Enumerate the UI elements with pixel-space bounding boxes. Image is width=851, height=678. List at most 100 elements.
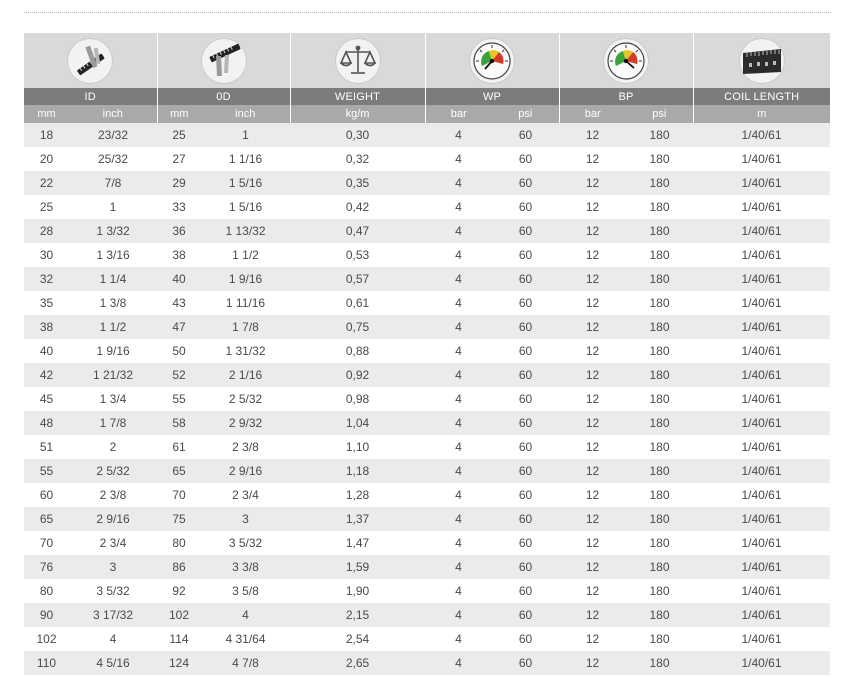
cell-od-inch: 2 1/16 bbox=[201, 363, 290, 387]
cell-coil-length: 1/40/61 bbox=[693, 363, 830, 387]
cell-id-inch: 4 5/16 bbox=[69, 651, 157, 675]
cell-id-mm: 70 bbox=[24, 531, 69, 555]
cell-id-inch: 1 9/16 bbox=[69, 339, 157, 363]
cell-id-inch: 1 1/4 bbox=[69, 267, 157, 291]
cell-id-mm: 76 bbox=[24, 555, 69, 579]
cell-id-mm: 20 bbox=[24, 147, 69, 171]
cell-od-mm: 58 bbox=[157, 411, 201, 435]
cell-weight: 1,37 bbox=[290, 507, 425, 531]
cell-id-mm: 110 bbox=[24, 651, 69, 675]
cell-wp-bar: 4 bbox=[425, 483, 492, 507]
id-icon-cell bbox=[24, 33, 158, 88]
cell-od-inch: 4 31/64 bbox=[201, 627, 290, 651]
cell-wp-psi: 60 bbox=[492, 483, 559, 507]
cell-od-mm: 86 bbox=[157, 555, 201, 579]
cell-coil-length: 1/40/61 bbox=[693, 315, 830, 339]
cell-bp-psi: 180 bbox=[626, 387, 693, 411]
cell-bp-psi: 180 bbox=[626, 147, 693, 171]
cell-od-mm: 114 bbox=[157, 627, 201, 651]
cell-id-mm: 18 bbox=[24, 123, 69, 147]
cell-weight: 1,10 bbox=[290, 435, 425, 459]
table-row: 38 1 1/2 47 1 7/8 0,75 4 60 12 180 1/40/61 bbox=[24, 315, 830, 339]
cell-weight: 0,32 bbox=[290, 147, 425, 171]
cell-id-inch: 1 21/32 bbox=[69, 363, 157, 387]
column-header-row: ID 0D WEIGHT WP BP COIL LENGTH bbox=[24, 88, 830, 105]
cell-od-inch: 1 1/2 bbox=[201, 243, 290, 267]
cell-wp-bar: 4 bbox=[425, 123, 492, 147]
cell-od-inch: 2 3/8 bbox=[201, 435, 290, 459]
table-row: 70 2 3/4 80 3 5/32 1,47 4 60 12 180 1/40/61 bbox=[24, 531, 830, 555]
cell-weight: 0,75 bbox=[290, 315, 425, 339]
table-row: 102 4 114 4 31/64 2,54 4 60 12 180 1/40/61 bbox=[24, 627, 830, 651]
cell-wp-psi: 60 bbox=[492, 603, 559, 627]
cell-bp-bar: 12 bbox=[559, 579, 626, 603]
cell-wp-psi: 60 bbox=[492, 147, 559, 171]
cell-bp-psi: 180 bbox=[626, 483, 693, 507]
unit-bp-psi: psi bbox=[626, 105, 694, 123]
cell-od-inch: 4 7/8 bbox=[201, 651, 290, 675]
cell-id-mm: 22 bbox=[24, 171, 69, 195]
cell-weight: 1,59 bbox=[290, 555, 425, 579]
cell-id-mm: 30 bbox=[24, 243, 69, 267]
cell-wp-psi: 60 bbox=[492, 243, 559, 267]
table-row: 45 1 3/4 55 2 5/32 0,98 4 60 12 180 1/40/61 bbox=[24, 387, 830, 411]
cell-od-inch: 3 bbox=[201, 507, 290, 531]
cell-coil-length: 1/40/61 bbox=[693, 267, 830, 291]
cell-wp-bar: 4 bbox=[425, 267, 492, 291]
cell-weight: 1,47 bbox=[290, 531, 425, 555]
table-row: 55 2 5/32 65 2 9/16 1,18 4 60 12 180 1/40/61 bbox=[24, 459, 830, 483]
cell-bp-bar: 12 bbox=[559, 483, 626, 507]
cell-bp-psi: 180 bbox=[626, 291, 693, 315]
cell-wp-bar: 4 bbox=[425, 627, 492, 651]
cell-od-inch: 3 5/32 bbox=[201, 531, 290, 555]
cell-id-mm: 51 bbox=[24, 435, 69, 459]
cell-wp-bar: 4 bbox=[425, 435, 492, 459]
cell-wp-bar: 4 bbox=[425, 195, 492, 219]
pressure-gauge-icon bbox=[603, 37, 649, 84]
unit-header-row: mm inch mm inch kg/m bar psi bar psi m bbox=[24, 105, 830, 123]
cell-wp-psi: 60 bbox=[492, 195, 559, 219]
cell-od-mm: 92 bbox=[157, 579, 201, 603]
cell-id-inch: 3 5/32 bbox=[69, 579, 157, 603]
cell-id-mm: 90 bbox=[24, 603, 69, 627]
scale-icon bbox=[334, 37, 381, 84]
column-header-coil-length: COIL LENGTH bbox=[693, 88, 830, 105]
cell-wp-bar: 4 bbox=[425, 315, 492, 339]
column-header-od: 0D bbox=[157, 88, 291, 105]
table-row: 90 3 17/32 102 4 2,15 4 60 12 180 1/40/61 bbox=[24, 603, 830, 627]
cell-weight: 0,57 bbox=[290, 267, 425, 291]
cell-coil-length: 1/40/61 bbox=[693, 171, 830, 195]
table-row: 28 1 3/32 36 1 13/32 0,47 4 60 12 180 1/40/61 bbox=[24, 219, 830, 243]
cell-id-inch: 1 3/32 bbox=[69, 219, 157, 243]
cell-bp-bar: 12 bbox=[559, 219, 626, 243]
cell-wp-bar: 4 bbox=[425, 507, 492, 531]
cell-od-mm: 55 bbox=[157, 387, 201, 411]
caliper-icon bbox=[67, 37, 114, 84]
cell-wp-psi: 60 bbox=[492, 315, 559, 339]
cell-od-inch: 1 5/16 bbox=[201, 195, 290, 219]
cell-weight: 0,88 bbox=[290, 339, 425, 363]
cell-od-inch: 3 5/8 bbox=[201, 579, 290, 603]
cell-bp-bar: 12 bbox=[559, 195, 626, 219]
cell-od-mm: 102 bbox=[157, 603, 201, 627]
cell-id-mm: 32 bbox=[24, 267, 69, 291]
table-row: 110 4 5/16 124 4 7/8 2,65 4 60 12 180 1/40/61 bbox=[24, 651, 830, 675]
cell-id-inch: 2 bbox=[69, 435, 157, 459]
od-icon-cell bbox=[157, 33, 291, 88]
table-row: 30 1 3/16 38 1 1/2 0,53 4 60 12 180 1/40/61 bbox=[24, 243, 830, 267]
cell-bp-bar: 12 bbox=[559, 171, 626, 195]
tape-measure-icon bbox=[738, 37, 785, 84]
table-row: 80 3 5/32 92 3 5/8 1,90 4 60 12 180 1/40/61 bbox=[24, 579, 830, 603]
cell-coil-length: 1/40/61 bbox=[693, 123, 830, 147]
cell-od-mm: 36 bbox=[157, 219, 201, 243]
cell-id-mm: 38 bbox=[24, 315, 69, 339]
cell-id-mm: 40 bbox=[24, 339, 69, 363]
cell-weight: 2,65 bbox=[290, 651, 425, 675]
cell-coil-length: 1/40/61 bbox=[693, 459, 830, 483]
cell-bp-bar: 12 bbox=[559, 363, 626, 387]
cell-coil-length: 1/40/61 bbox=[693, 603, 830, 627]
cell-bp-psi: 180 bbox=[626, 555, 693, 579]
cell-wp-bar: 4 bbox=[425, 291, 492, 315]
cell-wp-psi: 60 bbox=[492, 651, 559, 675]
cell-od-inch: 1 13/32 bbox=[201, 219, 290, 243]
